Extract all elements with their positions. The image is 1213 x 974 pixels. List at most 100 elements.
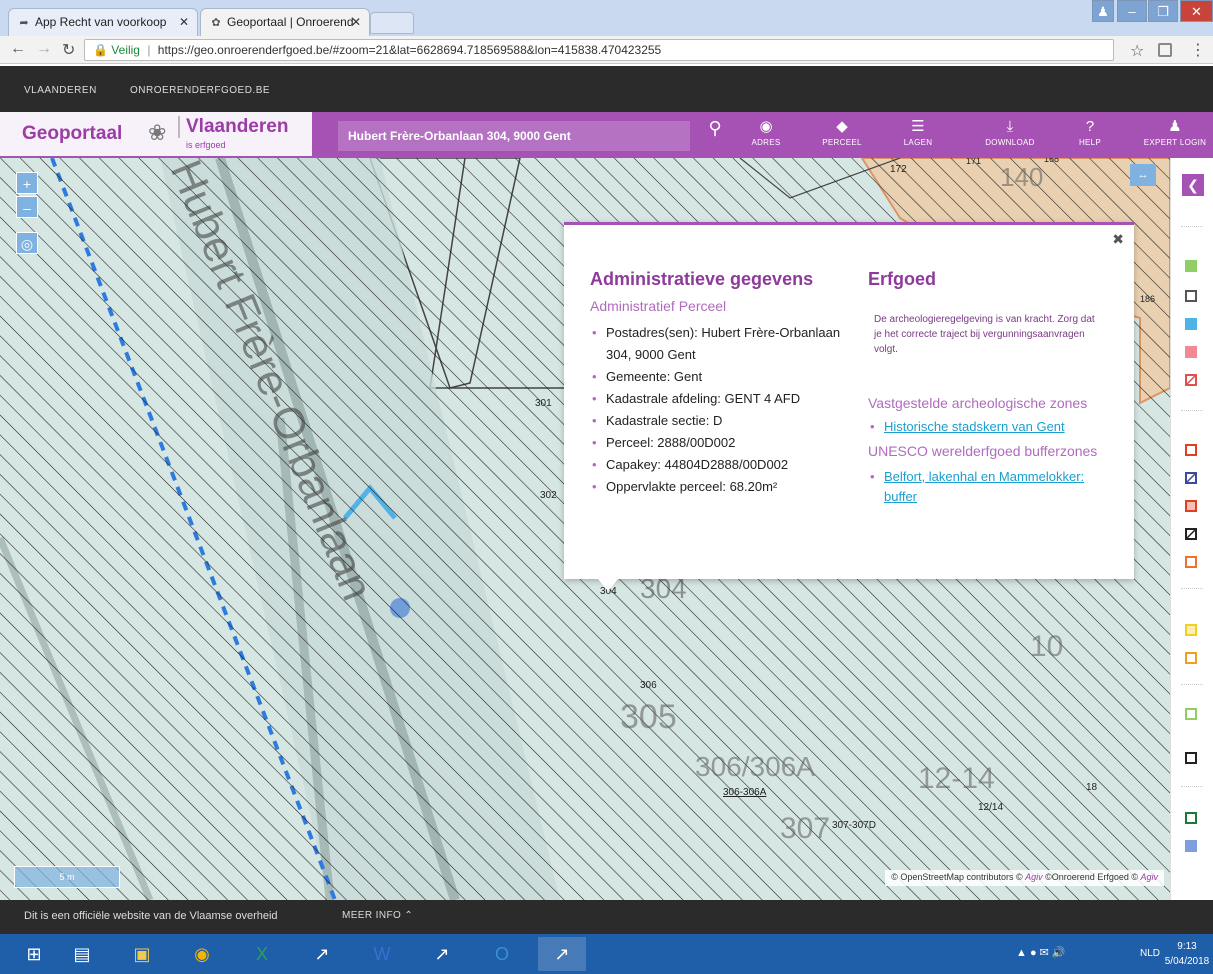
tool-help-button[interactable]: ? HELP [1060,116,1120,156]
close-icon[interactable]: ✖ [1112,231,1124,248]
app-icon[interactable]: ↗ [538,937,586,971]
zoom-out-button[interactable]: – [16,196,38,218]
tool-label: DOWNLOAD [985,138,1035,147]
legend-divider [1181,410,1203,411]
brand-title: Geoportaal [22,123,123,144]
zones-link[interactable]: Historische stadskern van Gent [884,419,1065,434]
close-window-button[interactable]: ✕ [1180,0,1213,22]
tool-lagen-button[interactable]: ☰ LAGEN [888,116,948,156]
legend-swatch[interactable] [1185,812,1197,824]
word-icon[interactable]: W [358,937,406,971]
government-bar: VLAANDEREN ONROERENDERFGOED.BE [0,66,1213,112]
clock[interactable]: 9:13 5/04/2018 [1164,939,1210,969]
outlook-icon[interactable]: O [478,937,526,971]
list-item: Perceel: 2888/00D002 [590,432,850,454]
chevron-left-icon[interactable]: ❮ [1182,174,1204,196]
new-tab-button[interactable] [370,12,414,34]
windows-start-icon[interactable]: ⊞ [10,937,58,971]
user-icon[interactable]: ♟ [1092,0,1114,22]
unesco-link[interactable]: Belfort, lakenhal en Mammelokker: buffer [884,469,1084,504]
chrome-icon[interactable]: ◉ [178,937,226,971]
legend-swatch[interactable] [1185,652,1197,664]
tab-geoportaal[interactable]: ✿ Geoportaal | Onroerend ✕ [200,8,370,36]
reload-icon[interactable]: ↻ [62,40,75,60]
legend-swatch[interactable] [1185,624,1197,636]
legend-swatch[interactable] [1185,752,1197,764]
legend-swatch[interactable] [1185,444,1197,456]
admin-title: Administratieve gegevens [590,269,814,289]
tool-label: PERCEEL [822,138,862,147]
excel-icon[interactable]: X [238,937,286,971]
legend-swatch[interactable] [1185,346,1197,358]
legend-panel: ❮ [1170,158,1213,900]
geoportaal-header: Geoportaal ❀ Vlaanderen is erfgoed Huber… [0,112,1213,158]
app-icon: ➦ [19,17,29,29]
folder-icon[interactable]: ▣ [118,937,166,971]
browser-tab-bar: ➦ App Recht van voorkoop ✕ ✿ Geoportaal … [0,0,1213,36]
brand-vlaanderen: Vlaanderen [178,116,288,138]
nav-link-onroerenderfgoed[interactable]: ONROERENDERFGOED.BE [130,85,270,96]
legend-swatch[interactable] [1185,318,1197,330]
file-explorer-icon[interactable]: ▤ [58,937,106,971]
extension-icon[interactable] [1158,43,1172,57]
legend-swatch[interactable] [1185,708,1197,720]
forward-icon[interactable]: → [36,40,52,58]
bookmark-star-icon[interactable]: ☆ [1130,41,1144,61]
maximize-button[interactable]: ❐ [1148,0,1178,22]
tool-label: ADRES [751,138,781,147]
parcel-label: 301 [535,398,552,409]
locate-icon[interactable]: ◎ [16,232,38,254]
legend-swatch[interactable] [1185,374,1197,386]
legend-swatch[interactable] [1185,840,1197,852]
unesco-title: UNESCO werelderfgoed bufferzones [868,443,1098,459]
url-input[interactable]: 🔒 Veilig | https://geo.onroerenderfgoed.… [84,39,1114,61]
zoom-in-button[interactable]: + [16,172,38,194]
app-icon[interactable]: ↗ [298,937,346,971]
brand-erfgoed: is erfgoed [186,140,226,150]
address-search-input[interactable]: Hubert Frère-Orbanlaan 304, 9000 Gent [338,121,690,151]
popup-pointer [598,579,618,591]
minimize-button[interactable]: – [1117,0,1147,22]
language-indicator[interactable]: NLD [1140,948,1160,959]
search-icon[interactable]: ⚲ [700,118,730,148]
app-icon[interactable]: ↗ [418,937,466,971]
help-icon: ? [1085,118,1095,135]
windows-taskbar: ⊞ ▤ ▣ ◉ X ↗ W ↗ O ↗ ▲ ● ✉ 🔊 NLD 9:13 5/04/2018 [0,934,1213,974]
close-icon[interactable]: ✕ [351,15,361,29]
tab-label: Geoportaal | Onroerend [227,15,354,29]
tool-adres-button[interactable]: ◉ ADRES [736,116,796,156]
oe-attribution[interactable]: ©Onroerend Erfgoed © [1045,872,1138,882]
parcel-icon: ◆ [836,118,848,135]
menu-icon[interactable]: ⋮ [1190,40,1206,60]
meer-info-button[interactable]: MEER INFO ⌃ [342,910,413,921]
site-footer: Dit is een officiële website van de Vlaa… [0,900,1213,934]
zones-list-item: Historische stadskern van Gent [868,417,1108,437]
system-tray[interactable]: ▲ ● ✉ 🔊 [1016,946,1066,959]
legend-swatch[interactable] [1185,528,1197,540]
tool-download-button[interactable]: ⤓ DOWNLOAD [980,116,1040,156]
parcel-label: 171 [966,158,981,166]
map-attribution: © OpenStreetMap contributors © Agiv ©Onr… [885,870,1164,886]
close-icon[interactable]: ✕ [179,15,189,29]
url-separator: | [147,43,151,57]
expand-icon[interactable]: ↔ [1130,164,1156,186]
legend-swatch[interactable] [1185,500,1197,512]
toolbar: Hubert Frère-Orbanlaan 304, 9000 Gent ⚲ … [312,112,1213,158]
list-item: Oppervlakte perceel: 68.20m² [590,476,850,498]
back-icon[interactable]: ← [10,40,26,58]
legend-swatch[interactable] [1185,556,1197,568]
legend-swatch[interactable] [1185,260,1197,272]
osm-attribution[interactable]: © OpenStreetMap contributors © [891,872,1022,882]
legend-swatch[interactable] [1185,290,1197,302]
parcel-label: 306/306A [695,751,815,782]
parcel-info-popup: ✖ Administratieve gegevens Administratie… [564,222,1134,579]
list-item: Postadres(sen): Hubert Frère-Orbanlaan 3… [590,322,850,366]
tool-perceel-button[interactable]: ◆ PERCEEL [812,116,872,156]
legend-swatch[interactable] [1185,472,1197,484]
parcel-label: 305 [620,698,677,736]
nav-link-vlaanderen[interactable]: VLAANDEREN [24,85,97,96]
tab-app-recht[interactable]: ➦ App Recht van voorkoop ✕ [8,8,198,36]
tool-expert-login-button[interactable]: ♟ EXPERT LOGIN [1140,116,1210,156]
brand[interactable]: Geoportaal ❀ Vlaanderen is erfgoed [0,112,312,158]
parcel-label: 12-14 [918,762,995,795]
